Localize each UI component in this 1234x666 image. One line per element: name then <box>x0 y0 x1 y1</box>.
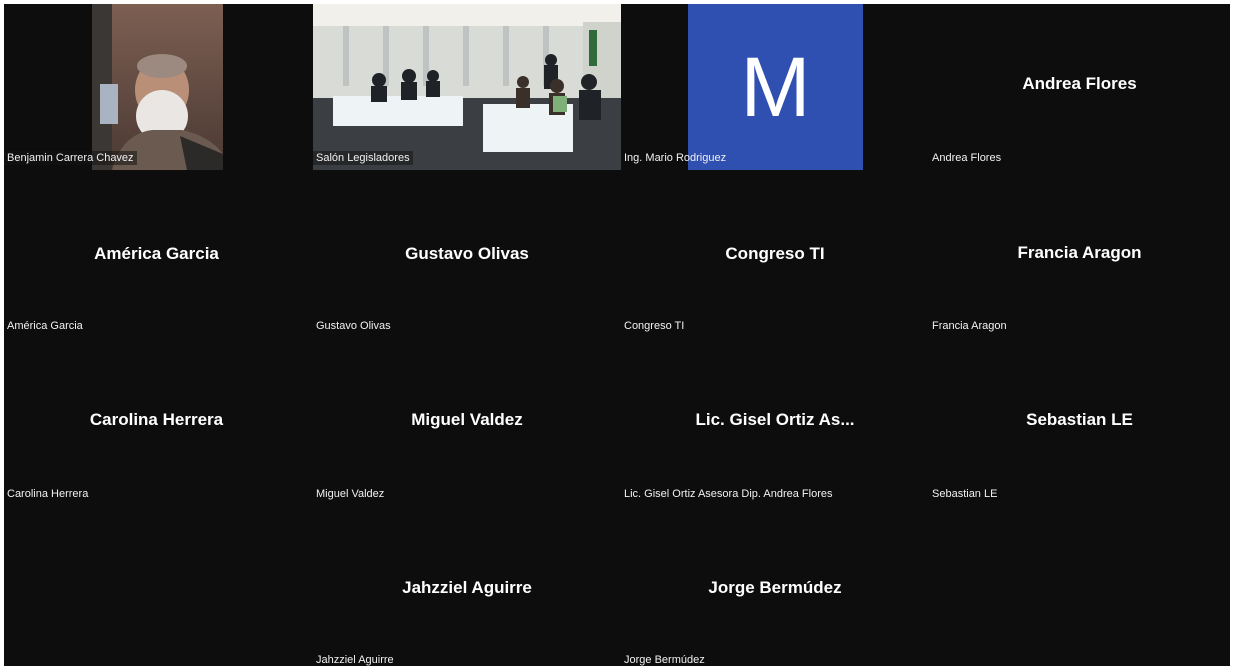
participant-tile-salon[interactable]: Salón Legisladores <box>313 4 621 170</box>
participant-name: Miguel Valdez <box>411 410 523 429</box>
participant-label: Jorge Bermúdez <box>624 654 705 666</box>
webcam-feed-image <box>92 4 223 170</box>
participant-video-benjamin <box>92 4 223 170</box>
participant-label: Andrea Flores <box>932 152 1002 164</box>
video-gallery: Benjamin Carrera Chavez Salón Legislador… <box>4 4 1230 666</box>
participant-tile-mario[interactable]: M Ing. Mario Rodriguez <box>621 4 929 170</box>
participant-label: América Garcia <box>7 320 83 332</box>
participant-tile-america[interactable]: América Garcia América Garcia <box>4 172 309 338</box>
participant-label: Salón Legisladores <box>313 151 413 165</box>
participant-label: Jahzziel Aguirre <box>316 654 394 666</box>
participant-label: Francia Aragon <box>932 320 1007 332</box>
participant-label: Lic. Gisel Ortiz Asesora Dip. Andrea Flo… <box>624 488 833 500</box>
participant-tile-jahzziel[interactable]: Jahzziel Aguirre Jahzziel Aguirre <box>313 506 621 666</box>
participant-tile-benjamin[interactable]: Benjamin Carrera Chavez <box>4 4 309 170</box>
participant-tile-gustavo[interactable]: Gustavo Olivas Gustavo Olivas <box>313 172 621 338</box>
participant-name: Lic. Gisel Ortiz As... <box>695 410 855 429</box>
participant-name: Congreso TI <box>725 244 825 263</box>
participant-label: Benjamin Carrera Chavez <box>4 151 137 165</box>
participant-label: Gustavo Olivas <box>316 320 391 332</box>
participant-name: Jahzziel Aguirre <box>402 578 532 597</box>
participant-name: América Garcia <box>94 244 219 263</box>
participant-label: Congreso TI <box>624 320 685 332</box>
participant-video-salon <box>313 4 621 170</box>
participant-tile-congreso[interactable]: Congreso TI Congreso TI <box>621 172 929 338</box>
participant-tile-francia[interactable]: Francia Aragon Francia Aragon <box>929 172 1230 338</box>
participant-label: Carolina Herrera <box>7 488 89 500</box>
participant-tile-andrea[interactable]: Andrea Flores Andrea Flores <box>929 4 1230 170</box>
participant-label: Sebastian LE <box>932 488 998 500</box>
participant-label: Miguel Valdez <box>316 488 385 500</box>
participant-tile-miguel[interactable]: Miguel Valdez Miguel Valdez <box>313 339 621 505</box>
room-camera-image <box>313 4 621 170</box>
participant-tile-carolina[interactable]: Carolina Herrera Carolina Herrera <box>4 339 309 505</box>
participant-name: Gustavo Olivas <box>405 244 529 263</box>
participant-name: Carolina Herrera <box>89 410 224 429</box>
participant-name: Sebastian LE <box>1026 410 1133 429</box>
participant-tile-gisel[interactable]: Lic. Gisel Ortiz As... Lic. Gisel Ortiz … <box>621 339 929 505</box>
participant-name: Francia Aragon <box>1017 243 1142 262</box>
participant-tile-jorge[interactable]: Jorge Bermúdez Jorge Bermúdez <box>621 506 929 666</box>
participant-name: Andrea Flores <box>1022 74 1137 93</box>
participant-label: Ing. Mario Rodriguez <box>624 152 727 164</box>
participant-tile-sebastian[interactable]: Sebastian LE Sebastian LE <box>929 339 1230 505</box>
avatar-initial: M <box>688 4 863 170</box>
participant-name: Jorge Bermúdez <box>708 578 842 597</box>
